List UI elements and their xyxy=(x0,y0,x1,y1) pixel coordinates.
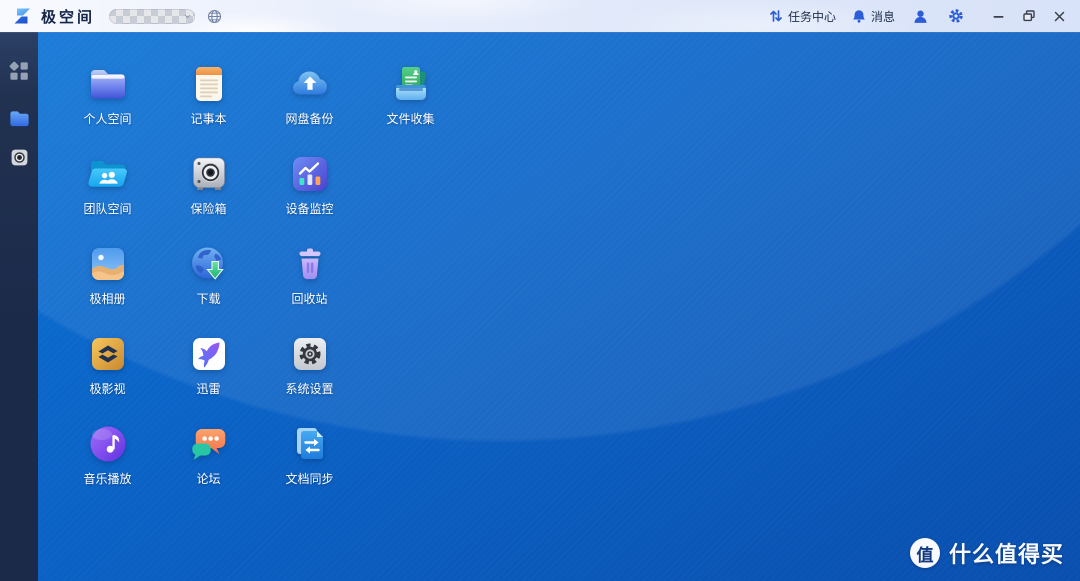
topbar-left: 极空间 xyxy=(0,5,222,27)
app-label: 系统设置 xyxy=(285,380,333,397)
notepad-icon xyxy=(187,62,231,106)
close-icon xyxy=(1054,11,1065,22)
user-icon xyxy=(913,9,928,24)
smzdm-watermark: 值 什么值得买 xyxy=(910,537,1064,569)
minimize-button[interactable] xyxy=(990,8,1006,24)
recycle-bin-icon xyxy=(288,242,332,286)
app-notepad[interactable]: 记事本 xyxy=(158,62,259,152)
chevron-down-icon xyxy=(184,13,191,20)
app-xunlei[interactable]: 迅雷 xyxy=(158,332,259,422)
app-row: 极影视 迅雷 xyxy=(57,332,461,422)
system-settings-gear-icon xyxy=(288,332,332,376)
app-label: 记事本 xyxy=(190,110,226,127)
app-music-player[interactable]: 音乐播放 xyxy=(57,422,158,512)
restore-window-button[interactable] xyxy=(1021,8,1037,24)
app-label: 文档同步 xyxy=(285,470,333,487)
doc-sync-icon xyxy=(288,422,332,466)
movies-icon xyxy=(86,332,130,376)
close-button[interactable] xyxy=(1051,8,1067,24)
music-player-icon xyxy=(86,422,130,466)
app-label: 迅雷 xyxy=(196,380,220,397)
forum-bubbles-icon xyxy=(187,422,231,466)
app-recycle-bin[interactable]: 回收站 xyxy=(259,242,360,332)
apps-grid-icon xyxy=(8,60,30,82)
app-row: 极相册 xyxy=(57,242,461,332)
team-space-folder-icon xyxy=(86,152,130,196)
zspace-logo-icon xyxy=(11,5,33,27)
brand-title: 极空间 xyxy=(41,6,95,27)
globe-icon[interactable] xyxy=(207,9,222,24)
device-monitor-icon xyxy=(288,152,332,196)
topbar: 极空间 xyxy=(0,0,1080,32)
app-system-settings[interactable]: 系统设置 xyxy=(259,332,360,422)
topbar-right: 任务中心 消息 xyxy=(769,8,1080,25)
vault-disc-icon xyxy=(9,147,30,168)
app-label: 设备监控 xyxy=(285,200,333,217)
user-button[interactable] xyxy=(913,9,928,24)
task-center-label: 任务中心 xyxy=(788,8,836,25)
desktop[interactable]: 个人空间 记事本 xyxy=(38,32,1080,581)
app-label: 论坛 xyxy=(196,470,220,487)
app-row: 音乐播放 论坛 xyxy=(57,422,461,512)
smzdm-badge-icon: 值 xyxy=(910,538,940,568)
sidebar xyxy=(0,32,38,581)
sidebar-item-files[interactable] xyxy=(0,106,38,130)
app-label: 极影视 xyxy=(89,380,125,397)
app-download[interactable]: 下载 xyxy=(158,242,259,332)
task-center-arrows-icon xyxy=(769,9,783,23)
app-label: 个人空间 xyxy=(83,110,131,127)
zspace-desktop-window: 极空间 xyxy=(0,0,1080,581)
messages-button[interactable]: 消息 xyxy=(852,8,895,25)
app-label: 回收站 xyxy=(291,290,327,307)
folder-icon xyxy=(8,107,31,130)
app-team-space[interactable]: 团队空间 xyxy=(57,152,158,242)
app-cloud-backup[interactable]: 网盘备份 xyxy=(259,62,360,152)
app-label: 文件收集 xyxy=(386,110,434,127)
download-globe-icon xyxy=(187,242,231,286)
app-forum[interactable]: 论坛 xyxy=(158,422,259,512)
app-photo-album[interactable]: 极相册 xyxy=(57,242,158,332)
app-label: 下载 xyxy=(196,290,220,307)
cloud-backup-icon xyxy=(288,62,332,106)
task-center-button[interactable]: 任务中心 xyxy=(769,8,836,25)
app-label: 团队空间 xyxy=(83,200,131,217)
app-personal-space[interactable]: 个人空间 xyxy=(57,62,158,152)
bell-icon xyxy=(852,9,866,23)
app-label: 网盘备份 xyxy=(285,110,333,127)
app-device-monitor[interactable]: 设备监控 xyxy=(259,152,360,242)
smzdm-watermark-text: 什么值得买 xyxy=(949,537,1064,569)
minimize-icon xyxy=(993,11,1004,22)
sidebar-item-apps[interactable] xyxy=(0,59,38,83)
app-movies[interactable]: 极影视 xyxy=(57,332,158,422)
app-file-collection[interactable]: 文件收集 xyxy=(360,62,461,152)
photo-album-icon xyxy=(86,242,130,286)
pixelated-account-pill[interactable] xyxy=(109,9,195,24)
app-grid: 个人空间 记事本 xyxy=(57,62,461,512)
sidebar-item-vault[interactable] xyxy=(0,145,38,169)
app-row: 团队空间 保险箱 xyxy=(57,152,461,242)
safe-box-icon xyxy=(187,152,231,196)
gear-icon xyxy=(948,8,964,24)
app-doc-sync[interactable]: 文档同步 xyxy=(259,422,360,512)
personal-space-folder-icon xyxy=(86,62,130,106)
app-label: 音乐播放 xyxy=(83,470,131,487)
app-label: 极相册 xyxy=(89,290,125,307)
restore-window-icon xyxy=(1023,10,1035,22)
app-row: 个人空间 记事本 xyxy=(57,62,461,152)
messages-label: 消息 xyxy=(871,8,895,25)
app-label: 保险箱 xyxy=(190,200,226,217)
app-safe-box[interactable]: 保险箱 xyxy=(158,152,259,242)
file-collection-icon xyxy=(389,62,433,106)
settings-button[interactable] xyxy=(948,8,964,24)
xunlei-bird-icon xyxy=(187,332,231,376)
